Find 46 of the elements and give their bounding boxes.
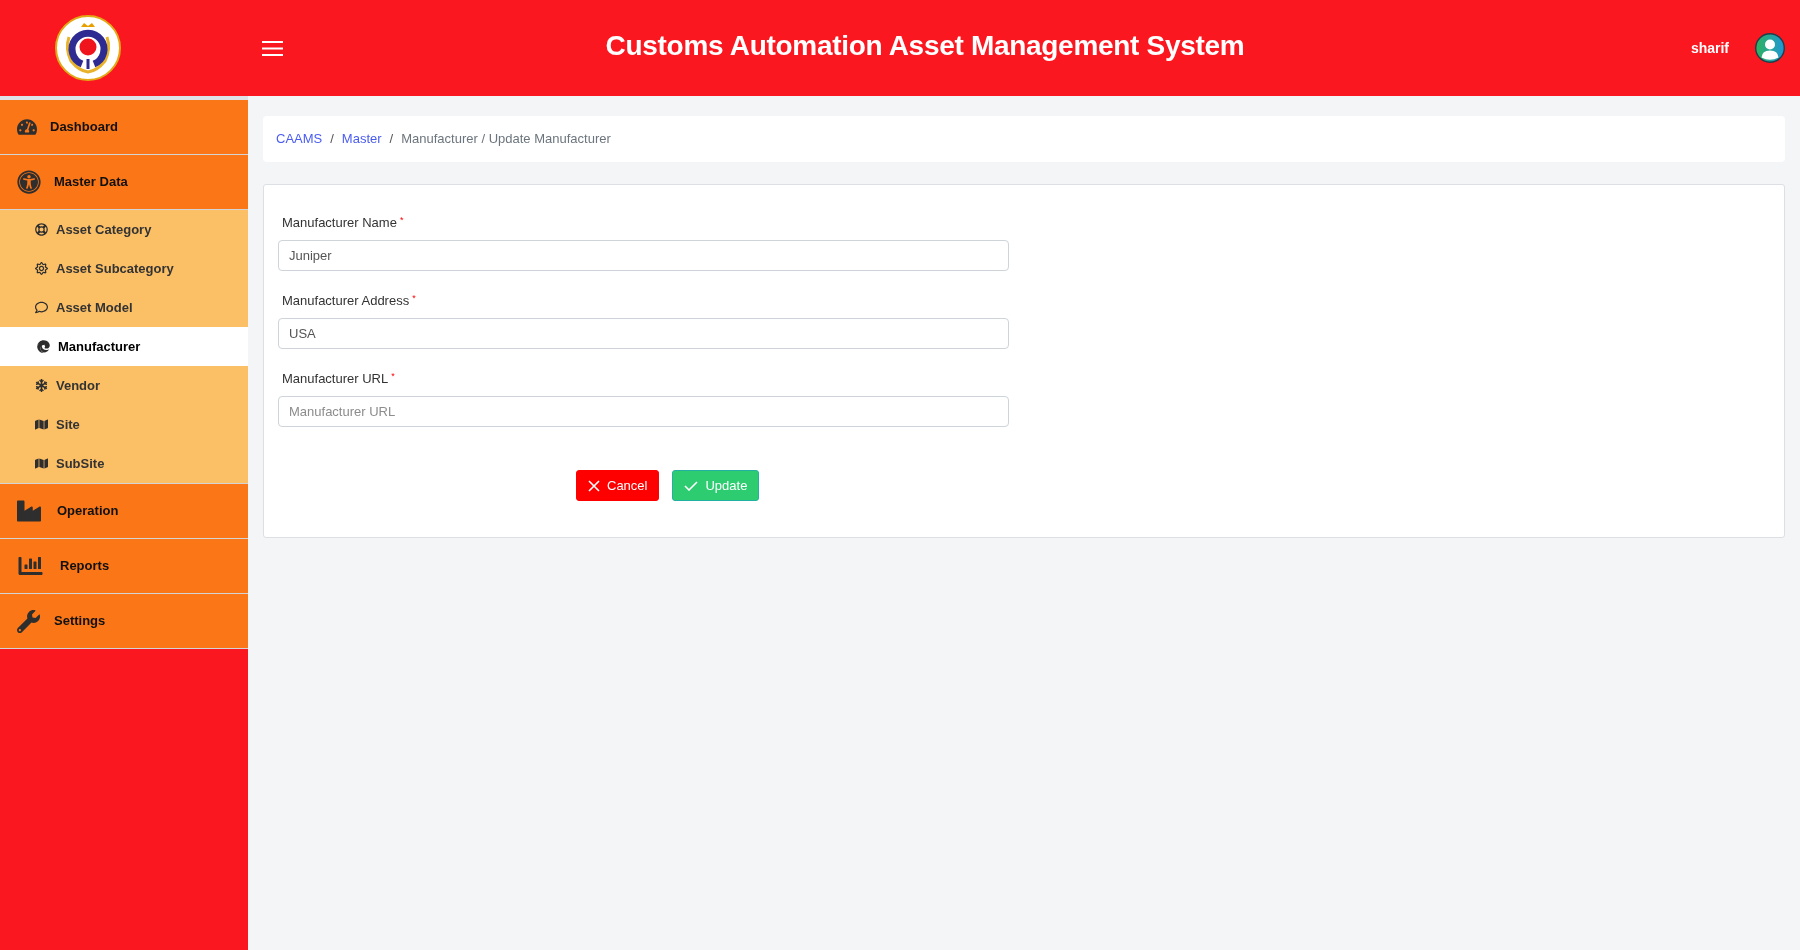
- sidebar-item[interactable]: Settings: [0, 594, 248, 649]
- speedometer-icon: [17, 117, 37, 137]
- sidebar-item[interactable]: Reports: [0, 539, 248, 594]
- field-label: Manufacturer Name: [282, 215, 397, 231]
- speech-bubble-icon: [35, 301, 48, 314]
- breadcrumb-link[interactable]: CAAMS: [276, 129, 323, 149]
- sidebar-item[interactable]: Operation: [0, 484, 248, 539]
- required-mark: *: [391, 371, 395, 382]
- check-icon: [684, 480, 699, 491]
- field-label: Manufacturer Address: [282, 293, 410, 309]
- lifebuoy-icon: [35, 223, 48, 236]
- text-field[interactable]: Manufacturer URL: [278, 396, 1009, 427]
- user-name[interactable]: sharif: [1690, 37, 1729, 59]
- menu-icon[interactable]: [262, 40, 283, 56]
- breadcrumb-separator: /: [330, 130, 334, 149]
- bar-chart-icon: [17, 554, 44, 578]
- factory-icon: [17, 499, 41, 523]
- text-field[interactable]: Juniper: [278, 240, 1009, 271]
- close-icon: [588, 479, 600, 492]
- app-title: Customs Automation Asset Management System: [605, 29, 1245, 63]
- submenu-item[interactable]: Vendor: [0, 366, 248, 405]
- submenu-item[interactable]: Site: [0, 405, 248, 444]
- wrench-icon: [17, 609, 40, 633]
- swirl-icon: [37, 340, 50, 353]
- breadcrumb-separator: /: [389, 130, 394, 149]
- accessibility-icon: [17, 170, 41, 194]
- required-mark: *: [412, 293, 416, 304]
- submenu-item[interactable]: SubSite: [0, 444, 248, 483]
- required-mark: *: [399, 215, 404, 226]
- field-label: Manufacturer URL: [282, 371, 389, 387]
- avatar-icon[interactable]: [1755, 33, 1785, 63]
- sidebar-item[interactable]: Dashboard: [0, 100, 248, 155]
- map-icon: [35, 418, 48, 431]
- breadcrumb-current: Manufacturer / Update Manufacturer: [401, 130, 611, 149]
- emblem-icon: [55, 15, 121, 81]
- submenu-item[interactable]: Manufacturer: [0, 327, 248, 366]
- breadcrumb-link[interactable]: Master: [341, 129, 382, 149]
- snowflake-icon: [35, 379, 48, 392]
- text-field[interactable]: USA: [278, 318, 1009, 349]
- submenu-item[interactable]: Asset Model: [0, 288, 248, 327]
- sidebar-item[interactable]: Master Data: [0, 155, 248, 210]
- cancel-button[interactable]: Cancel: [576, 470, 660, 501]
- map-icon: [35, 457, 48, 470]
- sun-icon: [35, 262, 48, 275]
- submenu-item[interactable]: Asset Category: [0, 210, 248, 249]
- submenu-item[interactable]: Asset Subcategory: [0, 249, 248, 288]
